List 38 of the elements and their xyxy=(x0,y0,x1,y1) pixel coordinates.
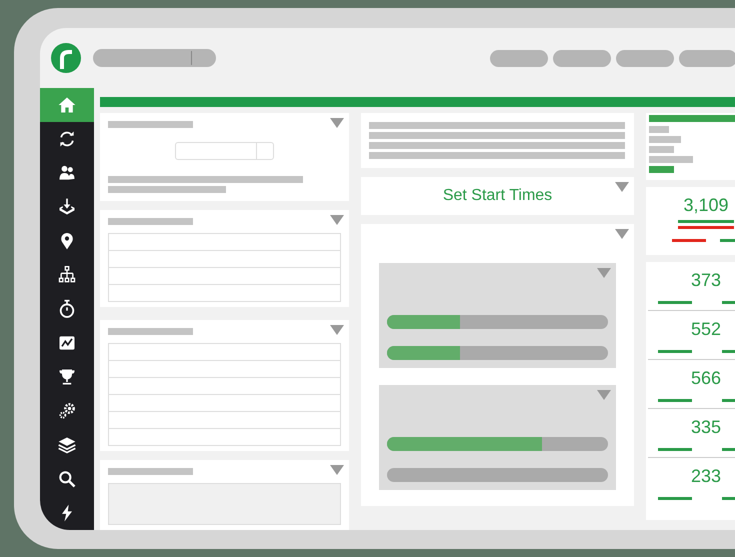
trend-line xyxy=(658,301,692,304)
gears-icon xyxy=(57,401,77,421)
menu-tab[interactable] xyxy=(679,50,735,66)
trend-line xyxy=(658,399,692,402)
count-value: 233 xyxy=(690,466,722,487)
trend-line xyxy=(672,239,706,242)
caret-icon[interactable] xyxy=(597,390,611,400)
menu-tab[interactable] xyxy=(490,50,548,66)
action-label[interactable]: Set Start Times xyxy=(361,177,634,215)
caret-icon[interactable] xyxy=(615,229,629,239)
count-value: 373 xyxy=(690,270,722,291)
trend-line xyxy=(658,497,692,500)
home-icon xyxy=(57,95,77,115)
caret-icon[interactable] xyxy=(330,325,344,335)
menu-tab[interactable] xyxy=(553,50,611,66)
menu-tab[interactable] xyxy=(616,50,674,66)
count-value: 552 xyxy=(690,319,722,340)
search-icon xyxy=(57,469,77,489)
org-chart-icon xyxy=(57,265,77,285)
caret-icon[interactable] xyxy=(597,268,611,278)
caret-icon[interactable] xyxy=(330,215,344,225)
caret-icon[interactable] xyxy=(330,465,344,475)
select-field[interactable] xyxy=(175,142,274,160)
logo-icon xyxy=(51,43,81,73)
total-value: 3,109 xyxy=(683,195,729,216)
count-value: 335 xyxy=(690,417,722,438)
trend-line xyxy=(678,220,734,223)
trend-line xyxy=(658,448,692,451)
trend-line xyxy=(658,350,692,353)
caret-icon[interactable] xyxy=(330,118,344,128)
trend-line xyxy=(678,226,734,229)
download-tray-icon xyxy=(57,197,77,217)
trophy-icon xyxy=(57,367,77,387)
stopwatch-icon xyxy=(57,299,77,319)
dropdown[interactable] xyxy=(93,49,216,67)
caret-icon[interactable] xyxy=(615,182,629,192)
layers-icon xyxy=(57,435,77,455)
count-value: 566 xyxy=(690,368,722,389)
